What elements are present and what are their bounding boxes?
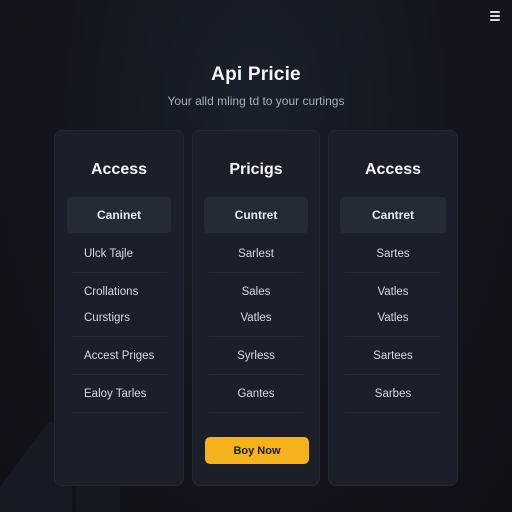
card-plan-label: Cuntret — [204, 197, 308, 233]
menu-bar — [490, 15, 500, 17]
feature-row: Ealoy Tarles — [71, 375, 167, 413]
feature-row: Curstigrs — [71, 299, 167, 337]
menu-bar — [490, 19, 500, 21]
feature-row: Vatles — [345, 299, 441, 337]
card-heading: Access — [364, 161, 422, 178]
card-heading: Pricigs — [229, 161, 283, 178]
feature-row: Sarlest — [209, 235, 303, 273]
feature-row: Accest Priges — [71, 337, 167, 375]
pricing-card-access-right: Access Cantret Sartes Vatles Vatles Sart… — [328, 130, 458, 486]
page-subtitle: Your alld mling td to your curtings — [167, 94, 345, 108]
feature-row: Ulck Tajle — [71, 235, 167, 273]
pricing-card-access-left: Access Caninet Ulck Tajle Crollations Cu… — [54, 130, 184, 486]
card-plan-label: Caninet — [67, 197, 171, 233]
feature-row: Sartees — [345, 337, 441, 375]
card-heading: Access — [90, 161, 148, 178]
pricing-page: Api Pricie Your alld mling td to your cu… — [0, 0, 512, 512]
feature-row: Sarbes — [345, 375, 441, 413]
pricing-cards: Access Caninet Ulck Tajle Crollations Cu… — [54, 130, 458, 486]
card-plan-label: Cantret — [340, 197, 446, 233]
pricing-card-pricigs: Pricigs Cuntret Sarlest Sales Vatles Syr… — [192, 130, 320, 486]
menu-bar — [490, 11, 500, 13]
page-title: Api Pricie — [211, 64, 301, 85]
feature-row: Sartes — [345, 235, 441, 273]
hamburger-menu-icon[interactable] — [490, 11, 500, 21]
feature-row: Syrless — [209, 337, 303, 375]
feature-row: Gantes — [209, 375, 303, 413]
feature-row: Vatles — [209, 299, 303, 337]
buy-now-button[interactable]: Boy Now — [205, 437, 309, 464]
